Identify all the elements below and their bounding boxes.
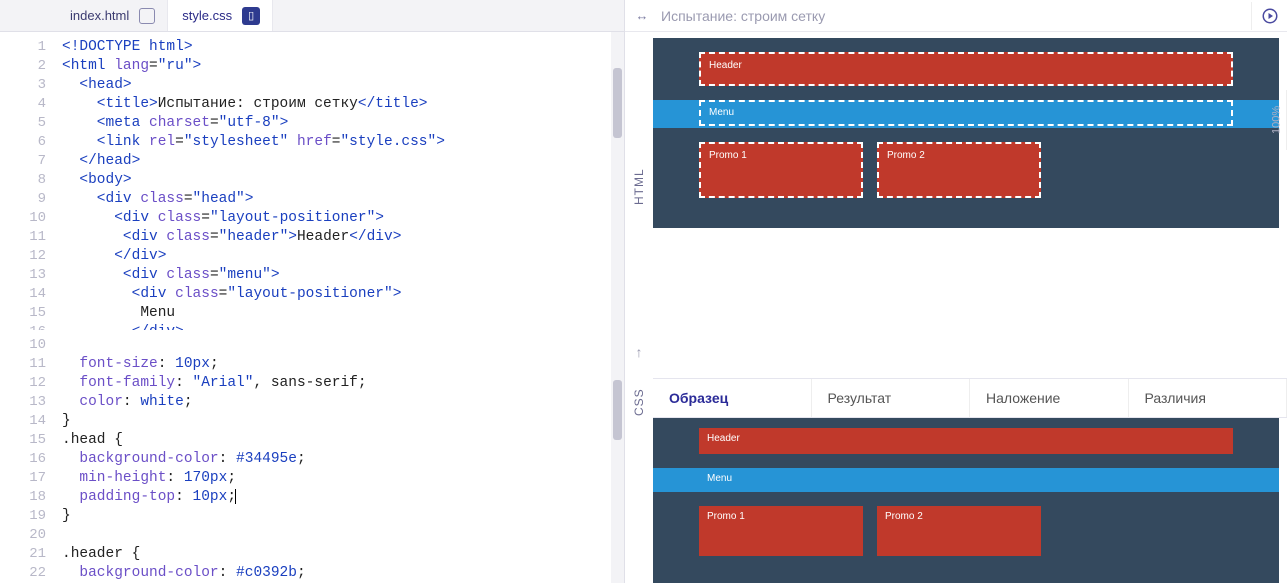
line-gutter: 10111213141516171819202122 bbox=[0, 330, 56, 583]
scrollbar[interactable] bbox=[611, 32, 624, 330]
live-preview[interactable]: Header Menu Promo 1 Promo 2 bbox=[653, 38, 1279, 228]
preview-promo-2: Promo 2 bbox=[877, 142, 1041, 198]
resize-icon[interactable]: ↔ bbox=[633, 7, 651, 25]
collapse-arrow-icon[interactable]: ↑ bbox=[625, 342, 653, 362]
text-cursor bbox=[235, 489, 236, 504]
scrollbar-thumb[interactable] bbox=[613, 380, 622, 440]
tab-result[interactable]: Результат bbox=[812, 379, 971, 417]
side-labels: HTML ↑ CSS bbox=[625, 32, 653, 583]
line-gutter: 12345678910111213141516 bbox=[0, 32, 56, 330]
sample-preview: Header Menu Promo 1 Promo 2 bbox=[653, 418, 1279, 583]
zoom-indicator[interactable]: 100% bbox=[1267, 90, 1287, 150]
sample-header-block: Header bbox=[699, 428, 1233, 454]
preview-header-block: Header bbox=[699, 52, 1233, 86]
side-label-css[interactable]: CSS bbox=[625, 372, 653, 432]
result-tabs: Образец Результат Наложение Различия bbox=[653, 378, 1287, 418]
split-icon[interactable]: ▯ bbox=[242, 7, 260, 25]
editor-css[interactable]: 10111213141516171819202122 font-size: 10… bbox=[0, 330, 624, 583]
gutter-spacer bbox=[0, 0, 56, 31]
scrollbar-thumb[interactable] bbox=[613, 68, 622, 138]
split-icon[interactable] bbox=[139, 8, 155, 24]
editor-html[interactable]: 12345678910111213141516 <!DOCTYPE html> … bbox=[0, 32, 624, 330]
preview-menu-block: Menu bbox=[699, 100, 1233, 126]
editors-container: 12345678910111213141516 <!DOCTYPE html> … bbox=[0, 32, 624, 583]
sample-menu-bar bbox=[653, 468, 1279, 492]
preview-header: ↔ Испытание: строим сетку bbox=[625, 0, 1287, 32]
app-root: index.html style.css ▯ 12345678910111213… bbox=[0, 0, 1287, 583]
tab-overlay[interactable]: Наложение bbox=[970, 379, 1129, 417]
preview-column: Header Menu Promo 1 Promo 2 Образец Резу… bbox=[653, 32, 1287, 583]
tab-sample[interactable]: Образец bbox=[653, 379, 812, 417]
sample-promo-1: Promo 1 bbox=[699, 506, 863, 556]
code-area-html[interactable]: <!DOCTYPE html> <html lang="ru"> <head> … bbox=[56, 32, 624, 330]
tab-label: index.html bbox=[70, 8, 129, 23]
preview-pane: ↔ Испытание: строим сетку HTML ↑ CSS Hea… bbox=[625, 0, 1287, 583]
preview-title: Испытание: строим сетку bbox=[661, 8, 1241, 24]
tab-style-css[interactable]: style.css ▯ bbox=[168, 0, 273, 31]
tab-index-html[interactable]: index.html bbox=[56, 0, 168, 31]
tab-diff[interactable]: Различия bbox=[1129, 379, 1287, 417]
run-button[interactable] bbox=[1251, 2, 1279, 30]
editor-pane: index.html style.css ▯ 12345678910111213… bbox=[0, 0, 625, 583]
tab-label: style.css bbox=[182, 8, 232, 23]
scrollbar[interactable] bbox=[611, 330, 624, 583]
preview-stack: HTML ↑ CSS Header Menu Promo 1 Promo 2 О… bbox=[625, 32, 1287, 583]
side-label-html[interactable]: HTML bbox=[625, 32, 653, 342]
file-tabs-bar: index.html style.css ▯ bbox=[0, 0, 624, 32]
blank-gap bbox=[653, 228, 1287, 378]
sample-menu-block: Menu bbox=[699, 468, 740, 492]
sample-promo-2: Promo 2 bbox=[877, 506, 1041, 556]
preview-promo-1: Promo 1 bbox=[699, 142, 863, 198]
code-area-css[interactable]: font-size: 10px; font-family: "Arial", s… bbox=[56, 330, 624, 583]
